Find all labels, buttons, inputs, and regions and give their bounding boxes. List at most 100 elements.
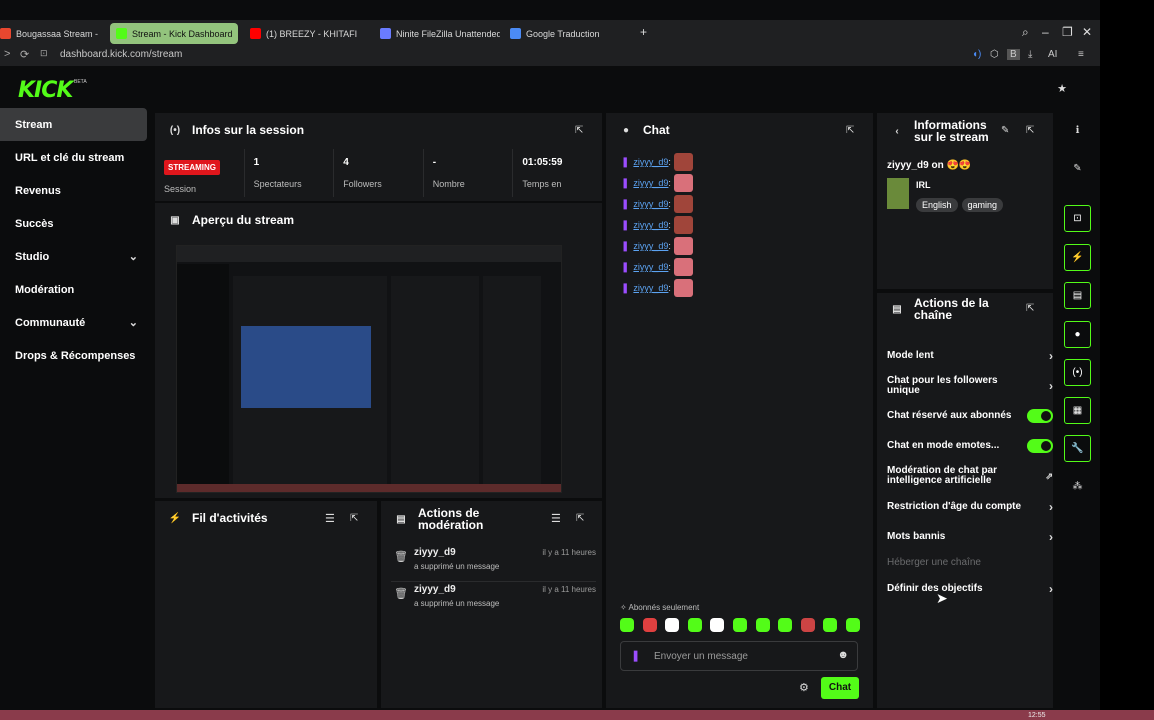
popout-icon[interactable]: ⇱ bbox=[1026, 303, 1034, 314]
channel-action-row[interactable]: Modération de chat par intelligence arti… bbox=[887, 463, 1053, 489]
popout-icon[interactable]: ⇱ bbox=[576, 513, 584, 524]
emote-button[interactable] bbox=[620, 618, 634, 632]
chevron-right-icon: › bbox=[1049, 500, 1053, 514]
sidebar-item-label: Modération bbox=[15, 283, 75, 296]
browser-tab[interactable]: Bougassaa Stream - Watc bbox=[0, 23, 98, 44]
bolt-icon[interactable]: ⚡ bbox=[1064, 244, 1091, 271]
kick-logo[interactable]: KICK bbox=[18, 78, 73, 103]
chevron-right-icon: › bbox=[1049, 379, 1053, 393]
toggle-switch[interactable] bbox=[1027, 439, 1053, 453]
message-input[interactable]: ❚ Envoyer un message ☻ bbox=[620, 641, 858, 671]
kick-badge-icon: ❚ bbox=[621, 198, 630, 210]
sidebar-item[interactable]: Stream bbox=[0, 108, 147, 141]
stream-preview-video[interactable] bbox=[176, 245, 562, 493]
channel-action-row[interactable]: Chat pour les followers unique › bbox=[887, 373, 1053, 399]
chevron-left-icon: ‹ bbox=[895, 125, 899, 137]
star-icon[interactable]: ★ bbox=[1052, 82, 1072, 98]
popout-icon[interactable]: ⇱ bbox=[846, 125, 854, 136]
emote-button[interactable] bbox=[732, 618, 747, 632]
sidebar-item[interactable]: Communauté ⌄ bbox=[0, 306, 150, 339]
popout-icon[interactable]: ⇱ bbox=[575, 125, 583, 136]
sidebar-item[interactable]: Succès bbox=[0, 207, 150, 240]
emote-button[interactable] bbox=[845, 618, 860, 632]
channel-action-row[interactable]: Mode lent › bbox=[887, 343, 1053, 369]
chat-username[interactable]: ziyyy_d9 bbox=[633, 220, 668, 230]
minimize-icon[interactable]: – bbox=[1042, 25, 1049, 39]
stat-value: 01:05:59 bbox=[522, 157, 563, 168]
chat-username[interactable]: ziyyy_d9 bbox=[633, 178, 668, 188]
chat-send-button[interactable]: Chat bbox=[821, 677, 859, 699]
search-icon[interactable]: ⌕ bbox=[1022, 25, 1029, 40]
sidebar-item[interactable]: Drops & Récompenses bbox=[0, 339, 150, 372]
people-icon[interactable]: ⁂ bbox=[1064, 473, 1091, 500]
stream-tag[interactable]: gaming bbox=[961, 198, 1004, 212]
chat-message: ❚ ziyyy_d9: bbox=[621, 194, 693, 214]
mod-action-user[interactable]: ziyyy_d9 bbox=[414, 584, 456, 595]
layout-icon[interactable]: ▦ bbox=[1064, 397, 1091, 424]
emote-button[interactable] bbox=[800, 618, 815, 632]
chat-username[interactable]: ziyyy_d9 bbox=[633, 241, 668, 251]
stream-tag[interactable]: English bbox=[916, 198, 958, 212]
preview-browser-bar bbox=[177, 246, 561, 262]
channel-action-row[interactable]: Mots bannis › bbox=[887, 524, 1053, 550]
stream-tags: English gaming bbox=[916, 195, 1007, 213]
emote-button[interactable] bbox=[687, 618, 702, 632]
menu-icon[interactable]: ≡ bbox=[1078, 49, 1084, 60]
puzzle-icon[interactable]: ⬡ bbox=[990, 49, 999, 60]
kick-badge-icon: ❚ bbox=[621, 219, 630, 231]
channel-action-row[interactable]: Définir des objectifs › bbox=[887, 576, 1053, 602]
browser-tab[interactable]: Google Traduction bbox=[504, 23, 608, 44]
chat-bubble-icon[interactable]: ● bbox=[1064, 321, 1091, 348]
profile-b-icon[interactable]: B bbox=[1007, 49, 1020, 60]
forward-icon[interactable]: > bbox=[4, 48, 10, 60]
mod-action-user[interactable]: ziyyy_d9 bbox=[414, 547, 456, 558]
popout-icon[interactable]: ⇱ bbox=[350, 513, 358, 524]
sidebar-item[interactable]: Modération bbox=[0, 273, 150, 306]
emote-button[interactable] bbox=[710, 618, 725, 632]
favicon-icon bbox=[0, 28, 11, 39]
chat-username[interactable]: ziyyy_d9 bbox=[633, 262, 668, 272]
channel-action-row[interactable]: Chat réservé aux abonnés bbox=[887, 403, 1053, 429]
wrench-icon[interactable]: 🔧 bbox=[1064, 435, 1091, 462]
chat-username[interactable]: ziyyy_d9 bbox=[633, 157, 668, 167]
sidebar-item[interactable]: URL et clé du stream bbox=[0, 141, 150, 174]
site-info-icon[interactable]: ⊡ bbox=[40, 48, 48, 59]
filter-icon[interactable]: ☰ bbox=[551, 512, 561, 525]
broadcast-icon[interactable]: (•) bbox=[1064, 359, 1091, 386]
emote-button[interactable] bbox=[642, 618, 657, 632]
sidebar-item[interactable]: Revenus bbox=[0, 174, 150, 207]
chat-colon: : bbox=[668, 178, 671, 188]
popout-icon[interactable]: ⇱ bbox=[1026, 125, 1034, 136]
restore-icon[interactable]: ❐ bbox=[1062, 25, 1073, 39]
new-tab-icon[interactable]: + bbox=[640, 25, 647, 39]
reload-icon[interactable]: ⟳ bbox=[20, 48, 29, 61]
close-icon[interactable]: ✕ bbox=[1082, 25, 1092, 39]
focus-icon[interactable]: ⊡ bbox=[1064, 205, 1091, 232]
download-icon[interactable]: ⤓ bbox=[1028, 49, 1032, 60]
sidebar-item-label: Revenus bbox=[15, 184, 61, 197]
emote-button[interactable] bbox=[778, 618, 793, 632]
browser-tab[interactable]: (1) BREEZY - KHITAFI bbox=[244, 23, 366, 44]
extension-icon[interactable]: ◖) bbox=[972, 49, 981, 60]
emoji-picker-icon[interactable]: ☻ bbox=[837, 649, 849, 661]
toggle-switch[interactable] bbox=[1027, 409, 1053, 423]
emote-button[interactable] bbox=[755, 618, 770, 632]
chat-username[interactable]: ziyyy_d9 bbox=[633, 199, 668, 209]
pencil-icon[interactable]: ✎ bbox=[1064, 155, 1091, 182]
ai-icon[interactable]: AI bbox=[1048, 49, 1057, 60]
stream-info-title-line2: sur le stream bbox=[914, 130, 989, 144]
edit-icon[interactable]: ✎ bbox=[1001, 125, 1009, 136]
info-icon[interactable]: ℹ bbox=[1064, 117, 1091, 144]
gear-icon[interactable]: ⚙ bbox=[799, 681, 809, 694]
document-icon[interactable]: ▤ bbox=[1064, 282, 1091, 309]
filter-icon[interactable]: ☰ bbox=[325, 512, 335, 525]
channel-action-row[interactable]: Chat en mode emotes... bbox=[887, 433, 1053, 459]
emote-button[interactable] bbox=[823, 618, 838, 632]
chat-username[interactable]: ziyyy_d9 bbox=[633, 283, 668, 293]
sidebar-item[interactable]: Studio ⌄ bbox=[0, 240, 150, 273]
browser-tab[interactable]: Ninite FileZilla Unattended bbox=[374, 23, 500, 44]
url-text[interactable]: dashboard.kick.com/stream bbox=[60, 49, 182, 60]
channel-action-row[interactable]: Restriction d'âge du compte › bbox=[887, 494, 1053, 520]
emote-button[interactable] bbox=[665, 618, 680, 632]
browser-tab[interactable]: Stream - Kick Dashboard bbox=[110, 23, 238, 44]
